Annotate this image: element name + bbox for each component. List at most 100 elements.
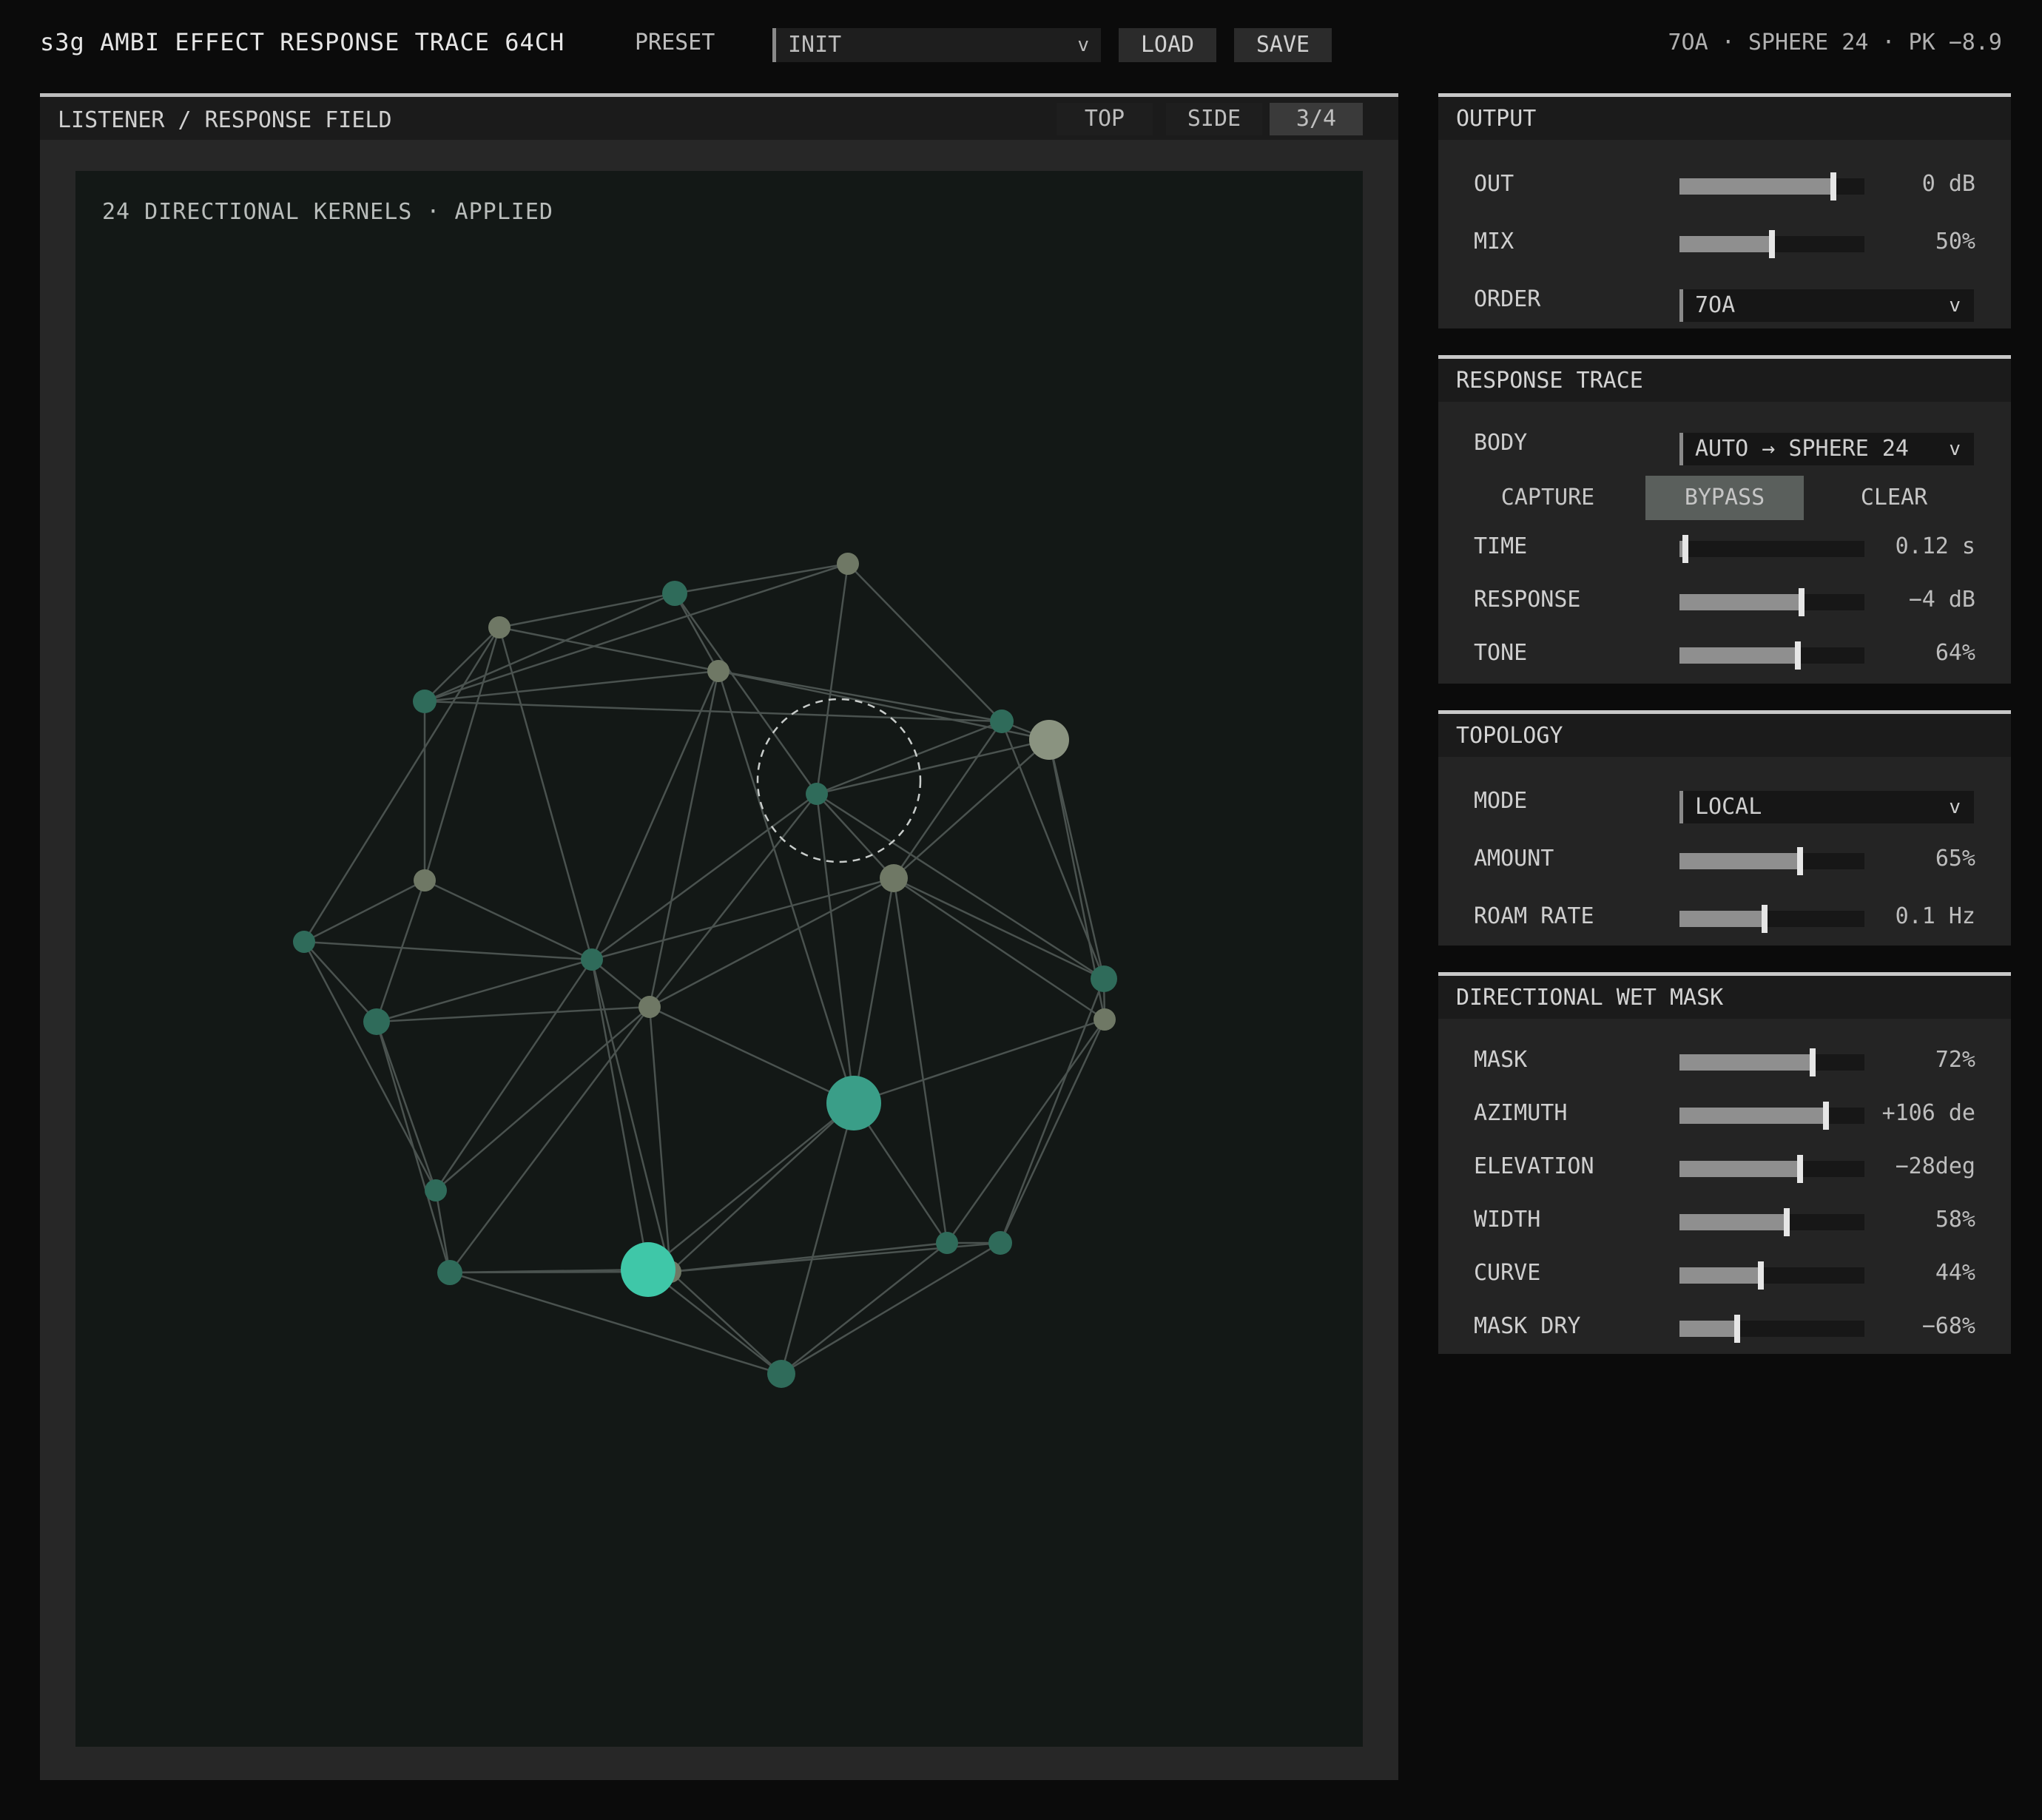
kernel-node[interactable] — [1091, 965, 1117, 992]
slider-thumb[interactable] — [1799, 588, 1805, 616]
chevron-down-icon: v — [1949, 796, 1961, 818]
mode-select[interactable]: LOCAL v — [1679, 791, 1974, 823]
slider-fill — [1679, 911, 1765, 927]
time-slider[interactable] — [1679, 535, 1864, 563]
kernel-node[interactable] — [990, 710, 1014, 733]
slider-fill — [1679, 853, 1800, 869]
kernel-node[interactable] — [837, 553, 859, 575]
body-select[interactable]: AUTO → SPHERE 24 v — [1679, 433, 1974, 465]
out-slider[interactable] — [1679, 172, 1864, 200]
kernel-node[interactable] — [425, 1179, 447, 1201]
bypass-button[interactable]: BYPASS — [1645, 476, 1804, 520]
capture-button[interactable]: CAPTURE — [1471, 476, 1625, 520]
kernel-edge — [590, 670, 720, 960]
kernel-node[interactable] — [936, 1232, 958, 1254]
kernel-node[interactable] — [293, 931, 315, 953]
kernel-edge — [424, 562, 849, 703]
kernel-node[interactable] — [662, 581, 687, 606]
slider-thumb[interactable] — [1733, 1315, 1740, 1343]
tab-three-quarter-view[interactable]: 3/4 — [1270, 103, 1363, 135]
kernel-edge — [673, 593, 720, 672]
kernel-edge — [649, 877, 894, 1008]
tone-slider[interactable] — [1679, 641, 1864, 670]
width-slider[interactable] — [1679, 1208, 1864, 1236]
slider-thumb[interactable] — [1810, 1048, 1816, 1076]
kernel-node[interactable] — [488, 616, 510, 638]
amount-value: 65% — [1935, 846, 1975, 872]
kernel-node[interactable] — [413, 690, 437, 713]
chevron-down-icon: v — [1949, 294, 1961, 317]
kernel-network[interactable] — [75, 171, 1363, 1747]
kernel-node[interactable] — [638, 996, 661, 1018]
time-label: TIME — [1474, 533, 1528, 559]
curve-slider[interactable] — [1679, 1261, 1864, 1290]
directional-wet-mask-panel: DIRECTIONAL WET MASK MASK 72% AZIMUTH +1… — [1438, 972, 2011, 1354]
slider-thumb[interactable] — [1682, 535, 1688, 563]
width-label: WIDTH — [1474, 1207, 1541, 1233]
slider-thumb[interactable] — [1796, 847, 1803, 875]
slider-thumb[interactable] — [1758, 1261, 1764, 1290]
kernel-node[interactable] — [414, 869, 436, 892]
slider-thumb[interactable] — [1769, 230, 1775, 258]
slider-thumb[interactable] — [1822, 1102, 1829, 1130]
kernel-edge — [303, 627, 501, 943]
kernel-edge — [946, 1019, 1106, 1244]
order-label: ORDER — [1474, 286, 1541, 312]
mask-value: 72% — [1935, 1047, 1975, 1073]
kernel-node[interactable] — [806, 783, 828, 805]
slider-fill — [1679, 594, 1802, 610]
kernel-node[interactable] — [581, 948, 603, 971]
field-canvas[interactable]: 24 DIRECTIONAL KERNELS · APPLIED — [75, 171, 1363, 1747]
slider-thumb[interactable] — [1796, 1155, 1803, 1183]
kernel-edge — [780, 1102, 855, 1375]
amount-slider[interactable] — [1679, 847, 1864, 875]
response-value: −4 dB — [1908, 587, 1975, 613]
clear-button[interactable]: CLEAR — [1816, 476, 1972, 520]
preset-select[interactable]: INIT v — [772, 28, 1101, 62]
mix-slider[interactable] — [1679, 230, 1864, 258]
kernel-node[interactable] — [363, 1008, 390, 1035]
listener-ring-icon[interactable] — [756, 698, 922, 863]
slider-fill — [1679, 1214, 1787, 1230]
roam-rate-slider[interactable] — [1679, 905, 1864, 933]
kernel-node[interactable] — [826, 1076, 881, 1130]
kernel-node[interactable] — [707, 660, 729, 682]
kernel-node[interactable] — [880, 864, 908, 892]
kernel-node[interactable] — [621, 1242, 675, 1297]
out-label: OUT — [1474, 171, 1514, 197]
save-button[interactable]: SAVE — [1234, 28, 1332, 62]
slider-thumb[interactable] — [1830, 172, 1836, 200]
kernel-node[interactable] — [988, 1231, 1012, 1255]
order-select[interactable]: 7OA v — [1679, 289, 1974, 322]
tone-value: 64% — [1935, 640, 1975, 666]
azimuth-slider[interactable] — [1679, 1102, 1864, 1130]
tab-side-view[interactable]: SIDE — [1166, 103, 1262, 135]
kernel-node[interactable] — [1094, 1008, 1116, 1031]
kernel-edge — [781, 1241, 1001, 1375]
time-value: 0.12 s — [1895, 533, 1975, 559]
slider-thumb[interactable] — [1784, 1208, 1790, 1236]
curve-label: CURVE — [1474, 1260, 1541, 1286]
kernel-edge — [499, 592, 675, 629]
elevation-slider[interactable] — [1679, 1155, 1864, 1183]
slider-fill — [1679, 178, 1833, 195]
kernel-node[interactable] — [767, 1360, 795, 1388]
kernel-edge — [449, 1271, 782, 1375]
load-button[interactable]: LOAD — [1119, 28, 1216, 62]
tab-top-view[interactable]: TOP — [1057, 103, 1153, 135]
response-slider[interactable] — [1679, 588, 1864, 616]
slider-thumb[interactable] — [1762, 905, 1768, 933]
response-field-panel: LISTENER / RESPONSE FIELD TOP SIDE 3/4 2… — [40, 93, 1398, 1780]
kernel-edge — [424, 592, 675, 703]
kernel-node[interactable] — [437, 1260, 462, 1285]
mask-dry-slider[interactable] — [1679, 1315, 1864, 1343]
kernel-edge — [893, 877, 1105, 980]
mask-slider[interactable] — [1679, 1048, 1864, 1076]
kernel-edge — [648, 670, 720, 1008]
kernel-edge — [673, 593, 818, 795]
kernel-node[interactable] — [1029, 720, 1069, 760]
preset-value: INIT — [788, 32, 842, 58]
mask-label: MASK — [1474, 1047, 1528, 1073]
slider-fill — [1679, 1321, 1737, 1337]
slider-thumb[interactable] — [1795, 641, 1801, 670]
